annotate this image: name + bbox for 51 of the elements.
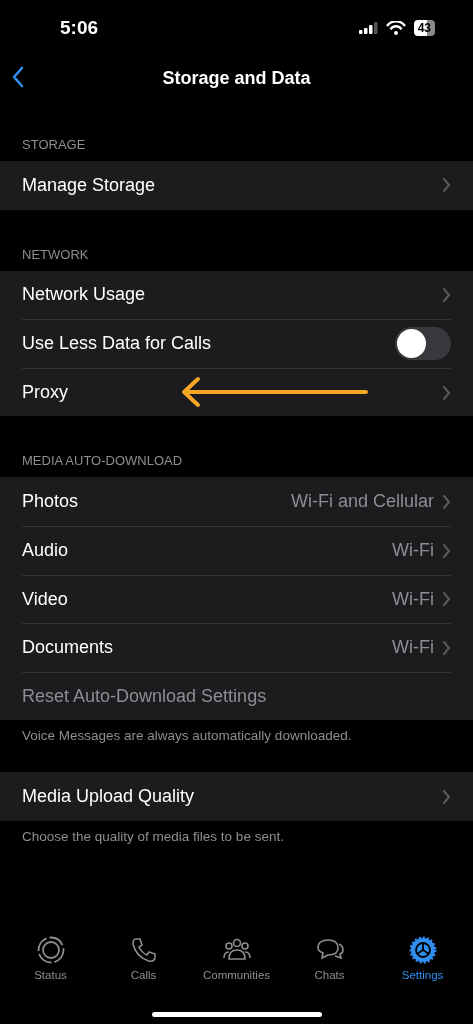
section-footer: Voice Messages are always automatically downloaded. bbox=[0, 720, 473, 745]
row-value: Wi-Fi bbox=[392, 587, 434, 611]
row-value: Wi-Fi bbox=[392, 636, 434, 660]
row-value: Wi-Fi and Cellular bbox=[290, 490, 434, 514]
settings-row[interactable]: Media Upload Quality bbox=[0, 772, 473, 821]
row-label: Use Less Data for Calls bbox=[22, 332, 212, 356]
chevron-icon bbox=[442, 287, 451, 302]
battery-indicator: 43 bbox=[413, 20, 435, 36]
phone-icon bbox=[129, 935, 158, 964]
settings-row[interactable]: Audio Wi-Fi bbox=[0, 525, 473, 575]
chevron-icon bbox=[442, 178, 451, 193]
row-label: Documents bbox=[22, 636, 114, 660]
tab-button[interactable]: Settings bbox=[377, 935, 468, 984]
wifi-icon bbox=[385, 21, 406, 35]
tab-button[interactable]: Chats bbox=[284, 935, 375, 984]
chevron-icon bbox=[442, 543, 451, 558]
chevron-icon bbox=[442, 592, 451, 607]
status-icon bbox=[36, 935, 65, 964]
status-time: 5:06 bbox=[60, 15, 99, 40]
chevron-icon bbox=[442, 789, 451, 804]
row-label: Proxy bbox=[22, 381, 68, 405]
tab-button[interactable]: Communities bbox=[191, 935, 282, 984]
section-header: STORAGE bbox=[21, 136, 87, 154]
settings-row[interactable]: Documents Wi-Fi bbox=[0, 623, 473, 672]
settings-row[interactable]: Network Usage bbox=[0, 270, 473, 320]
back-button[interactable] bbox=[12, 66, 25, 88]
settings-row[interactable]: Video Wi-Fi bbox=[0, 574, 473, 624]
toggle-switch[interactable] bbox=[395, 327, 451, 361]
tab-button[interactable]: Status bbox=[5, 935, 96, 984]
section-header: MEDIA AUTO-DOWNLOAD bbox=[21, 452, 184, 471]
chevron-icon bbox=[442, 494, 451, 509]
row-value: Wi-Fi bbox=[392, 539, 434, 563]
back-icon bbox=[12, 66, 25, 88]
row-label: Photos bbox=[22, 490, 79, 514]
section-header: NETWORK bbox=[21, 245, 90, 264]
screen-title: Storage and Data bbox=[162, 66, 311, 90]
chevron-icon bbox=[442, 640, 451, 655]
signal-icon bbox=[358, 22, 378, 34]
chevron-icon bbox=[442, 385, 451, 400]
settings-row[interactable]: Proxy bbox=[0, 367, 473, 417]
row-label: Media Upload Quality bbox=[22, 785, 195, 809]
row-label: Manage Storage bbox=[22, 173, 156, 197]
tab-button[interactable]: Calls bbox=[98, 935, 189, 984]
settings-icon bbox=[408, 935, 437, 964]
settings-row[interactable]: Manage Storage bbox=[0, 161, 473, 210]
settings-row[interactable]: Photos Wi-Fi and Cellular bbox=[0, 477, 473, 526]
section-footer: Choose the quality of media files to be sent. bbox=[0, 820, 473, 845]
row-label: Audio bbox=[22, 539, 69, 563]
row-label: Video bbox=[22, 587, 68, 611]
row-label: Network Usage bbox=[22, 283, 146, 307]
row-label: Reset Auto-Download Settings bbox=[22, 685, 267, 709]
